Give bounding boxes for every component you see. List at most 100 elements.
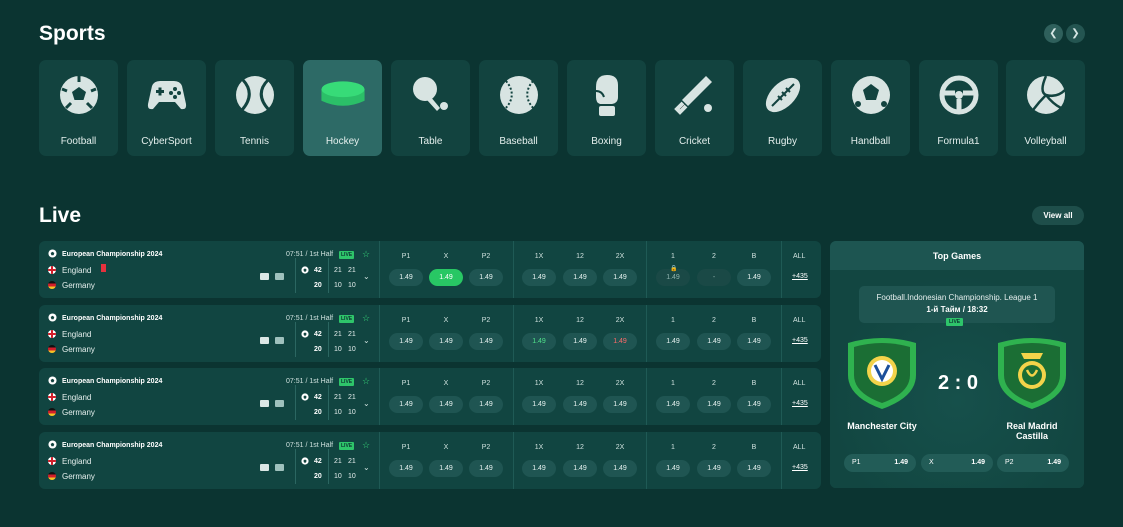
odd-button[interactable]: 1.49 [522,459,556,477]
odd-button[interactable]: 1.49 [656,396,690,413]
star-icon[interactable]: ☆ [362,440,370,451]
stats-icon[interactable] [275,273,284,280]
odd-button[interactable]: 1.49 [522,269,556,286]
lock-icon: 🔒 [670,266,678,272]
all-markets-link[interactable]: +435 [792,464,808,471]
column-separator [646,304,647,362]
sport-card-volleyball[interactable]: Volleyball [1006,60,1085,156]
odd-button[interactable]: 1.49 [697,332,731,350]
stats-icon[interactable] [275,463,284,471]
sport-card-hockey[interactable]: Hockey [303,60,382,156]
match-row[interactable]: European Championship 2024 07:51 / 1st Ha… [39,368,821,425]
odd-button[interactable]: 1.49 [737,396,771,413]
column-separator [513,304,514,362]
league-name: European Championship 2024 [62,378,163,385]
odd-button[interactable]: 1.49 [469,332,503,350]
odd-button[interactable]: 1.49 [603,396,637,413]
odd-button[interactable]: 1.49 [737,332,771,350]
odd-button[interactable]: 1.49 [656,332,690,350]
odd-value: 1.49 [971,459,985,466]
odd-button[interactable]: 1.49 [389,269,423,286]
odd-button[interactable]: 1.49 [563,396,597,413]
all-markets-link[interactable]: +435 [792,337,808,344]
team2-name: Germany [62,471,95,481]
sport-card-table[interactable]: Table [391,60,470,156]
sport-card-cybersport[interactable]: CyberSport [127,60,206,156]
sport-card-handball[interactable]: Handball [831,60,910,156]
chevron-down-icon[interactable]: ⌄ [363,399,370,408]
odd-button[interactable]: - [697,269,731,286]
odd-button[interactable]: 1.49 [389,396,423,413]
odd-button[interactable]: 1.49 [522,332,556,350]
stats-icon[interactable] [275,400,284,407]
cricket-bat-icon [672,72,718,118]
sport-card-boxing[interactable]: Boxing [567,60,646,156]
video-icon[interactable] [260,273,269,280]
odd-button[interactable]: 1.49 [603,459,637,477]
video-icon[interactable] [260,400,269,407]
table-tennis-icon [408,72,454,118]
chevron-down-icon[interactable]: ⌄ [363,463,370,472]
top-odd-p1[interactable]: P1 1.49 [844,454,916,472]
live-badge: LIVE [946,318,964,326]
view-all-button[interactable]: View all [1032,206,1084,225]
sports-prev-button[interactable]: ❮ [1044,24,1063,43]
odd-button[interactable]: 1.49 [389,332,423,350]
odd-button[interactable]: 1.49 [737,269,771,286]
odd-button[interactable]: 1.49 [522,396,556,413]
england-flag-icon [48,329,56,338]
all-markets-link[interactable]: +435 [792,400,808,407]
odd-button[interactable]: 1.49 [563,459,597,477]
star-icon[interactable]: ☆ [362,313,370,324]
odd-button[interactable]: 1.49 [469,459,503,477]
top-odd-x[interactable]: X 1.49 [921,454,993,472]
odd-button[interactable]: 1.49 [389,459,423,477]
odd-button[interactable]: 1.49 [603,269,637,286]
market-label: B [751,316,757,324]
star-icon[interactable]: ☆ [362,376,370,387]
odd-button[interactable]: 1.49 [429,269,463,286]
stats-icon[interactable] [275,336,284,344]
odd-button[interactable]: 1.49 [469,396,503,413]
odd-button[interactable]: 1.49 [429,396,463,413]
set-score: 21 [334,267,342,274]
sports-next-button[interactable]: ❯ [1066,24,1085,43]
divider [328,321,329,357]
odd-button[interactable]: 1.49 [563,332,597,350]
odd-button[interactable]: 1.49 [563,269,597,286]
video-icon[interactable] [260,463,269,471]
all-markets-link[interactable]: +435 [792,273,808,280]
live-badge: LIVE [339,378,355,386]
match-row[interactable]: European Championship 2024 07:51 / 1st Ha… [39,304,821,362]
top-game-time: 1-й Тайм / 18:32 [926,305,988,314]
market-label: 1 [671,380,675,387]
sport-card-rugby[interactable]: Rugby [743,60,822,156]
sport-card-cricket[interactable]: Cricket [655,60,734,156]
chevron-down-icon[interactable]: ⌄ [363,272,370,281]
score-main: 42 [314,330,322,338]
sport-card-baseball[interactable]: Baseball [479,60,558,156]
sport-card-football[interactable]: Football [39,60,118,156]
germany-flag-icon [48,281,56,289]
star-icon[interactable]: ☆ [362,249,370,260]
sport-card-formula1[interactable]: Formula1 [919,60,998,156]
odd-button[interactable]: 1.49 [469,269,503,286]
football-icon [48,249,57,258]
odd-button[interactable]: 1.49 [429,332,463,350]
video-icon[interactable] [260,336,269,344]
market-label: 1X [534,380,544,387]
match-row[interactable]: European Championship 2024 07:51 / 1st Ha… [39,241,821,298]
odd-button[interactable]: 1.49 [429,459,463,477]
sport-label: Football [60,136,97,147]
odd-button[interactable]: 1.49 [656,459,690,477]
odd-button[interactable]: 1.49 [697,459,731,477]
top-odd-p2[interactable]: P2 1.49 [997,454,1069,472]
odd-button[interactable]: 1.49 [603,332,637,350]
column-separator [513,431,514,489]
sport-card-tennis[interactable]: Tennis [215,60,294,156]
match-row[interactable]: European Championship 2024 07:51 / 1st Ha… [39,431,821,489]
chevron-down-icon[interactable]: ⌄ [363,336,370,345]
odd-button[interactable]: 1.49 [737,459,771,477]
odd-button[interactable]: 1.49 [697,396,731,413]
live-badge: LIVE [339,441,355,450]
